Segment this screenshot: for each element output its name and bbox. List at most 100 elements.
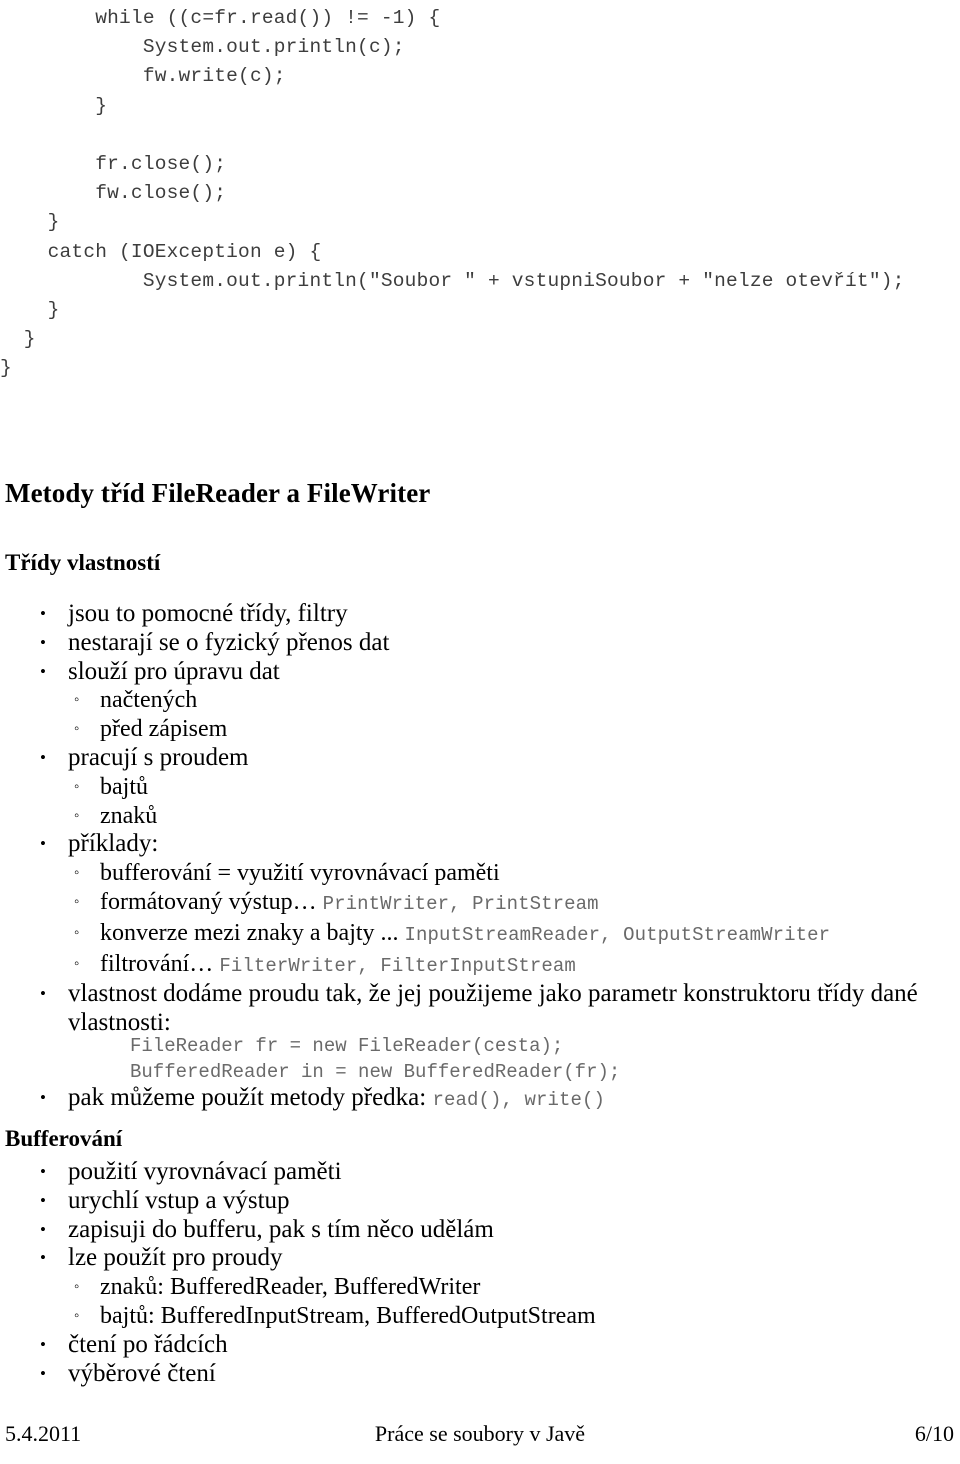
list-item: • výběrové čtení (0, 1360, 960, 1389)
bullet-dot-icon: • (40, 1219, 46, 1239)
inline-code: FilterWriter, FilterInputStream (219, 954, 576, 977)
list-item-label: znaků (100, 802, 158, 829)
list-item: ◦ znaků (0, 802, 960, 831)
code-line: } (0, 94, 108, 117)
page-heading-methods: Metody tříd FileReader a FileWriter (5, 478, 431, 508)
code-line: System.out.println(c); (0, 36, 405, 59)
bullet-circle-icon: ◦ (74, 865, 80, 882)
list-item: ◦ načtených (0, 686, 960, 715)
list-item: • příklady: (0, 830, 960, 859)
bullet-circle-icon: ◦ (74, 955, 80, 972)
list-item-label: jsou to pomocné třídy, filtry (68, 600, 348, 627)
bullet-circle-icon: ◦ (74, 1307, 80, 1324)
list-item: • vlastnost dodáme proudu tak, že jej pou… (0, 980, 960, 1038)
properties-list: • jsou to pomocné třídy, filtry • nestarají… (0, 600, 960, 1038)
list-item: • slouží pro úpravu dat (0, 658, 960, 687)
bullet-dot-icon: • (40, 632, 46, 652)
list-item-label: bajtů: BufferedInputStream, BufferedOutp… (100, 1302, 596, 1329)
code-line: while ((c=fr.read()) != -1) { (0, 7, 441, 29)
list-item: • pak můžeme použít metody předka: read()… (0, 1084, 960, 1115)
bullet-dot-icon: • (40, 1248, 46, 1268)
list-item-label: vlastnost dodáme proudu tak, že jej použ… (68, 980, 918, 1037)
list-item: • urychlí vstup a výstup (0, 1187, 960, 1216)
properties-list-continued: • pak můžeme použít metody předka: read()… (0, 1084, 960, 1115)
code-sample-line: FileReader fr = new FileReader(cesta); (130, 1035, 564, 1057)
list-item: ◦ znaků: BufferedReader, BufferedWriter (0, 1273, 960, 1302)
inline-code: read(), write() (432, 1089, 605, 1111)
bullet-circle-icon: ◦ (74, 924, 80, 941)
list-item-label: slouží pro úpravu dat (68, 657, 280, 685)
inline-code: PrintWriter, PrintStream (322, 892, 599, 915)
code-line: } (0, 328, 36, 351)
bullet-dot-icon: • (40, 984, 46, 1004)
list-item: ◦ filtrování… FilterWriter, FilterInputSt… (0, 950, 960, 981)
code-line: fw.close(); (0, 182, 227, 205)
inline-code: InputStreamReader, OutputStreamWriter (404, 923, 831, 946)
code-line: } (0, 357, 12, 380)
list-item: ◦ bajtů (0, 773, 960, 802)
list-item-label: před zápisem (100, 716, 228, 743)
bullet-dot-icon: • (40, 747, 46, 767)
list-item: ◦ formátovaný výstup… PrintWriter, PrintS… (0, 888, 960, 919)
list-item-label: formátovaný výstup… (100, 888, 323, 915)
list-item: • nestarají se o fyzický přenos dat (0, 629, 960, 658)
document-page: while ((c=fr.read()) != -1) { System.out… (0, 0, 960, 1464)
list-item: ◦ bajtů: BufferedInputStream, BufferedOut… (0, 1302, 960, 1331)
list-item: • čtení po řádcích (0, 1331, 960, 1360)
bullet-dot-icon: • (40, 1162, 46, 1181)
list-item-label: nestarají se o fyzický přenos dat (68, 628, 390, 656)
section-heading-buffering: Bufferování (5, 1126, 123, 1151)
list-item-label: konverze mezi znaky a bajty ... (100, 919, 405, 946)
bullet-dot-icon: • (40, 834, 46, 854)
bullet-dot-icon: • (40, 1334, 46, 1354)
code-line: } (0, 299, 60, 322)
list-item-label: výběrové čtení (68, 1359, 216, 1387)
footer-title: Práce se soubory v Javě (374, 1421, 586, 1446)
list-item-label: filtrování… (100, 950, 220, 977)
list-item: ◦ bufferování = využití vyrovnávací pamět… (0, 859, 960, 888)
list-item: • pracují s proudem (0, 744, 960, 773)
buffering-list: • použití vyrovnávací paměti • urychlí vstu… (0, 1158, 960, 1388)
list-item-label: čtení po řádcích (68, 1330, 228, 1358)
list-item: • lze použít pro proudy (0, 1244, 960, 1273)
code-line: } (0, 211, 60, 234)
list-item-label: lze použít pro proudy (68, 1244, 283, 1272)
list-item: ◦ konverze mezi znaky a bajty ... InputSt… (0, 919, 960, 950)
list-item-label: pak můžeme použít metody předka: (68, 1084, 433, 1111)
bullet-circle-icon: ◦ (74, 893, 80, 910)
java-code-block: while ((c=fr.read()) != -1) { System.out… (0, 4, 960, 384)
list-item-label: urychlí vstup a výstup (68, 1186, 290, 1214)
bullet-circle-icon: ◦ (74, 1279, 80, 1296)
code-line: System.out.println("Soubor " + vstupniSo… (0, 269, 905, 292)
bullet-dot-icon: • (40, 1088, 46, 1107)
list-item: • použití vyrovnávací paměti (0, 1158, 960, 1187)
section-heading-properties: Třídy vlastností (5, 550, 161, 575)
bullet-dot-icon: • (40, 604, 46, 623)
bullet-circle-icon: ◦ (74, 692, 80, 709)
list-item-label: pracují s proudem (68, 743, 249, 771)
list-item: • zapisuji do bufferu, pak s tím něco udě… (0, 1216, 960, 1245)
page-footer: 5.4.2011 Práce se soubory v Javě 6/10 (0, 1420, 960, 1448)
code-line: fw.write(c); (0, 65, 286, 88)
code-sample-constructors: FileReader fr = new FileReader(cesta); Bu… (130, 1034, 620, 1085)
list-item-label: použití vyrovnávací paměti (68, 1158, 342, 1185)
list-item-label: načtených (100, 687, 198, 714)
bullet-circle-icon: ◦ (74, 778, 80, 795)
bullet-dot-icon: • (40, 1363, 46, 1383)
bullet-dot-icon: • (40, 1190, 46, 1210)
code-sample-line: BufferedReader in = new BufferedReader(f… (130, 1060, 621, 1083)
footer-page-number: 6/10 (914, 1421, 954, 1446)
list-item-label: příklady: (68, 830, 159, 858)
list-item-label: bajtů (100, 773, 148, 800)
code-line: catch (IOException e) { (0, 240, 322, 263)
bullet-circle-icon: ◦ (74, 807, 80, 824)
list-item-label: znaků: BufferedReader, BufferedWriter (100, 1274, 481, 1301)
list-item-label: zapisuji do bufferu, pak s tím něco uděl… (68, 1215, 494, 1243)
list-item: ◦ před zápisem (0, 715, 960, 744)
bullet-circle-icon: ◦ (74, 721, 80, 738)
list-item-label: bufferování = využití vyrovnávací paměti (100, 860, 500, 887)
code-line: fr.close(); (0, 153, 227, 176)
bullet-dot-icon: • (40, 661, 46, 681)
list-item: • jsou to pomocné třídy, filtry (0, 600, 960, 629)
